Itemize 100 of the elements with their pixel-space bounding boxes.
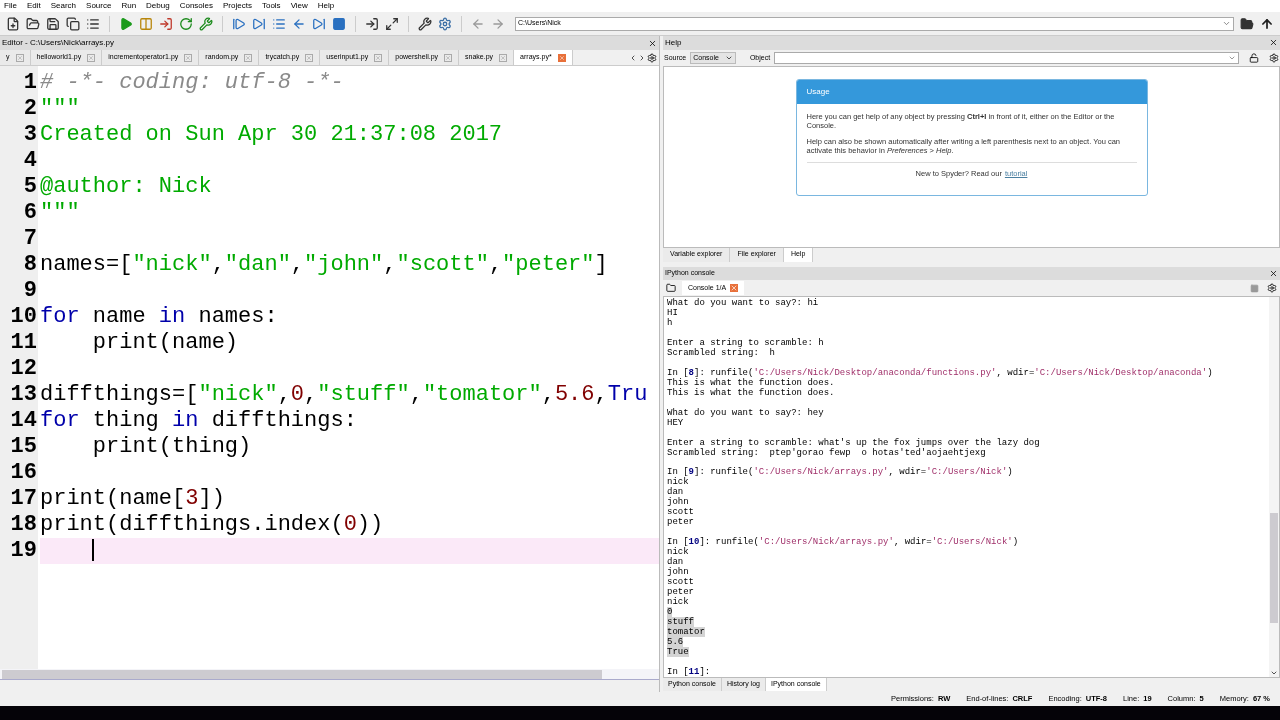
code-line: names=["nick","dan","john","scott","peter"]: [40, 252, 609, 278]
console-line: john: [667, 497, 689, 508]
browse-icon[interactable]: [1240, 16, 1254, 31]
console-line: This is what the function does.: [667, 387, 835, 398]
console-line: HEY: [667, 417, 684, 428]
copy-icon[interactable]: [66, 16, 80, 31]
line-number: 7: [22, 226, 38, 252]
console-line: HI: [667, 308, 678, 319]
menu-item[interactable]: View: [290, 0, 308, 12]
console-line: This is what the function does.: [667, 377, 835, 388]
pane-title: Editor - C:\Users\Nick\arrays.py: [2, 37, 115, 49]
code-line: """: [40, 96, 81, 122]
console-line: Scrambled string: h: [667, 348, 776, 358]
close-icon[interactable]: [648, 38, 657, 48]
menu-item[interactable]: Debug: [146, 0, 170, 12]
console-line: Scrambled string: ptep'gorao fewp o hotas'ted'aojaehtjexg: [667, 447, 986, 458]
code-line: print(thing): [91, 434, 253, 460]
code-line: # -*- coding: utf-8 -*-: [40, 70, 345, 96]
menu-item[interactable]: Consoles: [179, 0, 214, 12]
wrench-icon[interactable]: [199, 16, 213, 31]
close-icon[interactable]: [1269, 268, 1278, 278]
close-icon[interactable]: [1269, 38, 1278, 48]
console-line: peter: [667, 587, 694, 598]
code-line: Created on Sun Apr 30 21:37:08 2017: [40, 122, 504, 148]
card-title: Usage: [796, 79, 1147, 104]
console-line: nick: [667, 547, 689, 558]
line-number: 17: [9, 486, 38, 512]
run-icon[interactable]: [119, 16, 133, 31]
step-icon[interactable]: [232, 16, 246, 31]
code-line: for name in names:: [40, 304, 279, 330]
console-line: In [8]: runfile('C:/Users/Nick/Desktop/anaconda/functions.py', wdir='C:/Users/Nick/Desktop/anaconda'): [667, 367, 1213, 378]
line-number: 4: [22, 148, 38, 174]
line-number: 18: [9, 512, 38, 538]
line-number: 15: [9, 434, 38, 460]
console-line: Enter a string to scramble: what's up the fox jumps over the lazy dog: [667, 437, 1040, 448]
code-line: print(name): [91, 330, 240, 356]
rerun-icon[interactable]: [179, 16, 193, 31]
console-line: In [10]: runfile('C:/Users/Nick/arrays.py', wdir='C:/Users/Nick'): [667, 537, 1019, 548]
save-icon[interactable]: [46, 16, 60, 31]
menu-item[interactable]: Search: [50, 0, 77, 12]
code-line: diffthings=["nick",0,"stuff","tomator",5.6,Tru: [40, 382, 649, 408]
vertical-scrollbar[interactable]: [1269, 297, 1279, 678]
line-number: 1: [22, 70, 38, 96]
menu-item[interactable]: Source: [86, 0, 112, 12]
console-line: john: [667, 567, 689, 578]
menu-item[interactable]: Run: [121, 0, 137, 12]
console-line: Enter a string to scramble: h: [667, 338, 824, 348]
console-line: scott: [667, 507, 694, 518]
console-line: nick: [667, 477, 689, 488]
line-number: 8: [22, 252, 38, 278]
maximize-icon[interactable]: [385, 16, 399, 31]
console-line: dan: [667, 557, 684, 568]
line-number: 9: [22, 278, 38, 304]
dropdown-icon[interactable]: [1222, 19, 1231, 28]
console-line: scott: [667, 577, 694, 588]
code-line: print(diffthings.index(0)): [40, 512, 385, 538]
menu-item[interactable]: Edit: [26, 0, 41, 12]
list-icon[interactable]: [86, 16, 100, 31]
horizontal-scrollbar[interactable]: [0, 669, 659, 680]
code-line: @author: Nick: [40, 174, 213, 200]
line-number: 13: [9, 382, 38, 408]
stop-icon[interactable]: [1250, 283, 1259, 293]
menu-item[interactable]: Tools: [261, 0, 281, 12]
parent-folder-icon[interactable]: [1260, 16, 1274, 31]
code-line: for thing in diffthings:: [40, 408, 358, 434]
text-cursor: [92, 539, 94, 562]
line-number: 3: [22, 122, 38, 148]
menu-item[interactable]: File: [4, 0, 17, 12]
line-number: 16: [9, 460, 38, 486]
continue-icon[interactable]: [252, 16, 266, 31]
new-file-icon[interactable]: [6, 16, 20, 31]
line-number: 2: [22, 96, 38, 122]
folder-icon[interactable]: [666, 283, 676, 294]
scrollbar-thumb[interactable]: [1270, 513, 1278, 624]
line-number: 19: [9, 538, 38, 564]
line-number: 6: [22, 200, 38, 226]
code-line: print(name[3]): [40, 486, 226, 512]
console-line: peter: [667, 517, 694, 528]
menu-item[interactable]: Projects: [223, 0, 252, 12]
stop-icon[interactable]: [332, 16, 346, 31]
line-number: 10: [9, 304, 38, 330]
console-line: In [9]: runfile('C:/Users/Nick/arrays.py', wdir='C:/Users/Nick'): [667, 467, 1013, 478]
forward-icon[interactable]: [491, 16, 505, 31]
code-line: """: [40, 200, 81, 226]
console-line: What do you want to say?: hi: [667, 298, 819, 309]
line-number: 14: [9, 408, 38, 434]
console-line: h: [667, 318, 673, 329]
console-line: What do you want to say?: hey: [667, 407, 824, 418]
line-number: 5: [22, 174, 38, 200]
line-number: 11: [9, 330, 38, 356]
console-line: In [11]:: [667, 667, 711, 678]
pane-title: Help: [665, 36, 682, 49]
line-number: 12: [9, 356, 38, 382]
folder-icon[interactable]: [26, 16, 40, 31]
console-line: dan: [667, 487, 684, 498]
object-field[interactable]: [774, 51, 1239, 64]
console-line: nick: [667, 597, 689, 608]
menu-item[interactable]: Help: [317, 0, 335, 12]
lock-icon[interactable]: [1249, 52, 1259, 63]
back-icon[interactable]: [471, 16, 485, 31]
